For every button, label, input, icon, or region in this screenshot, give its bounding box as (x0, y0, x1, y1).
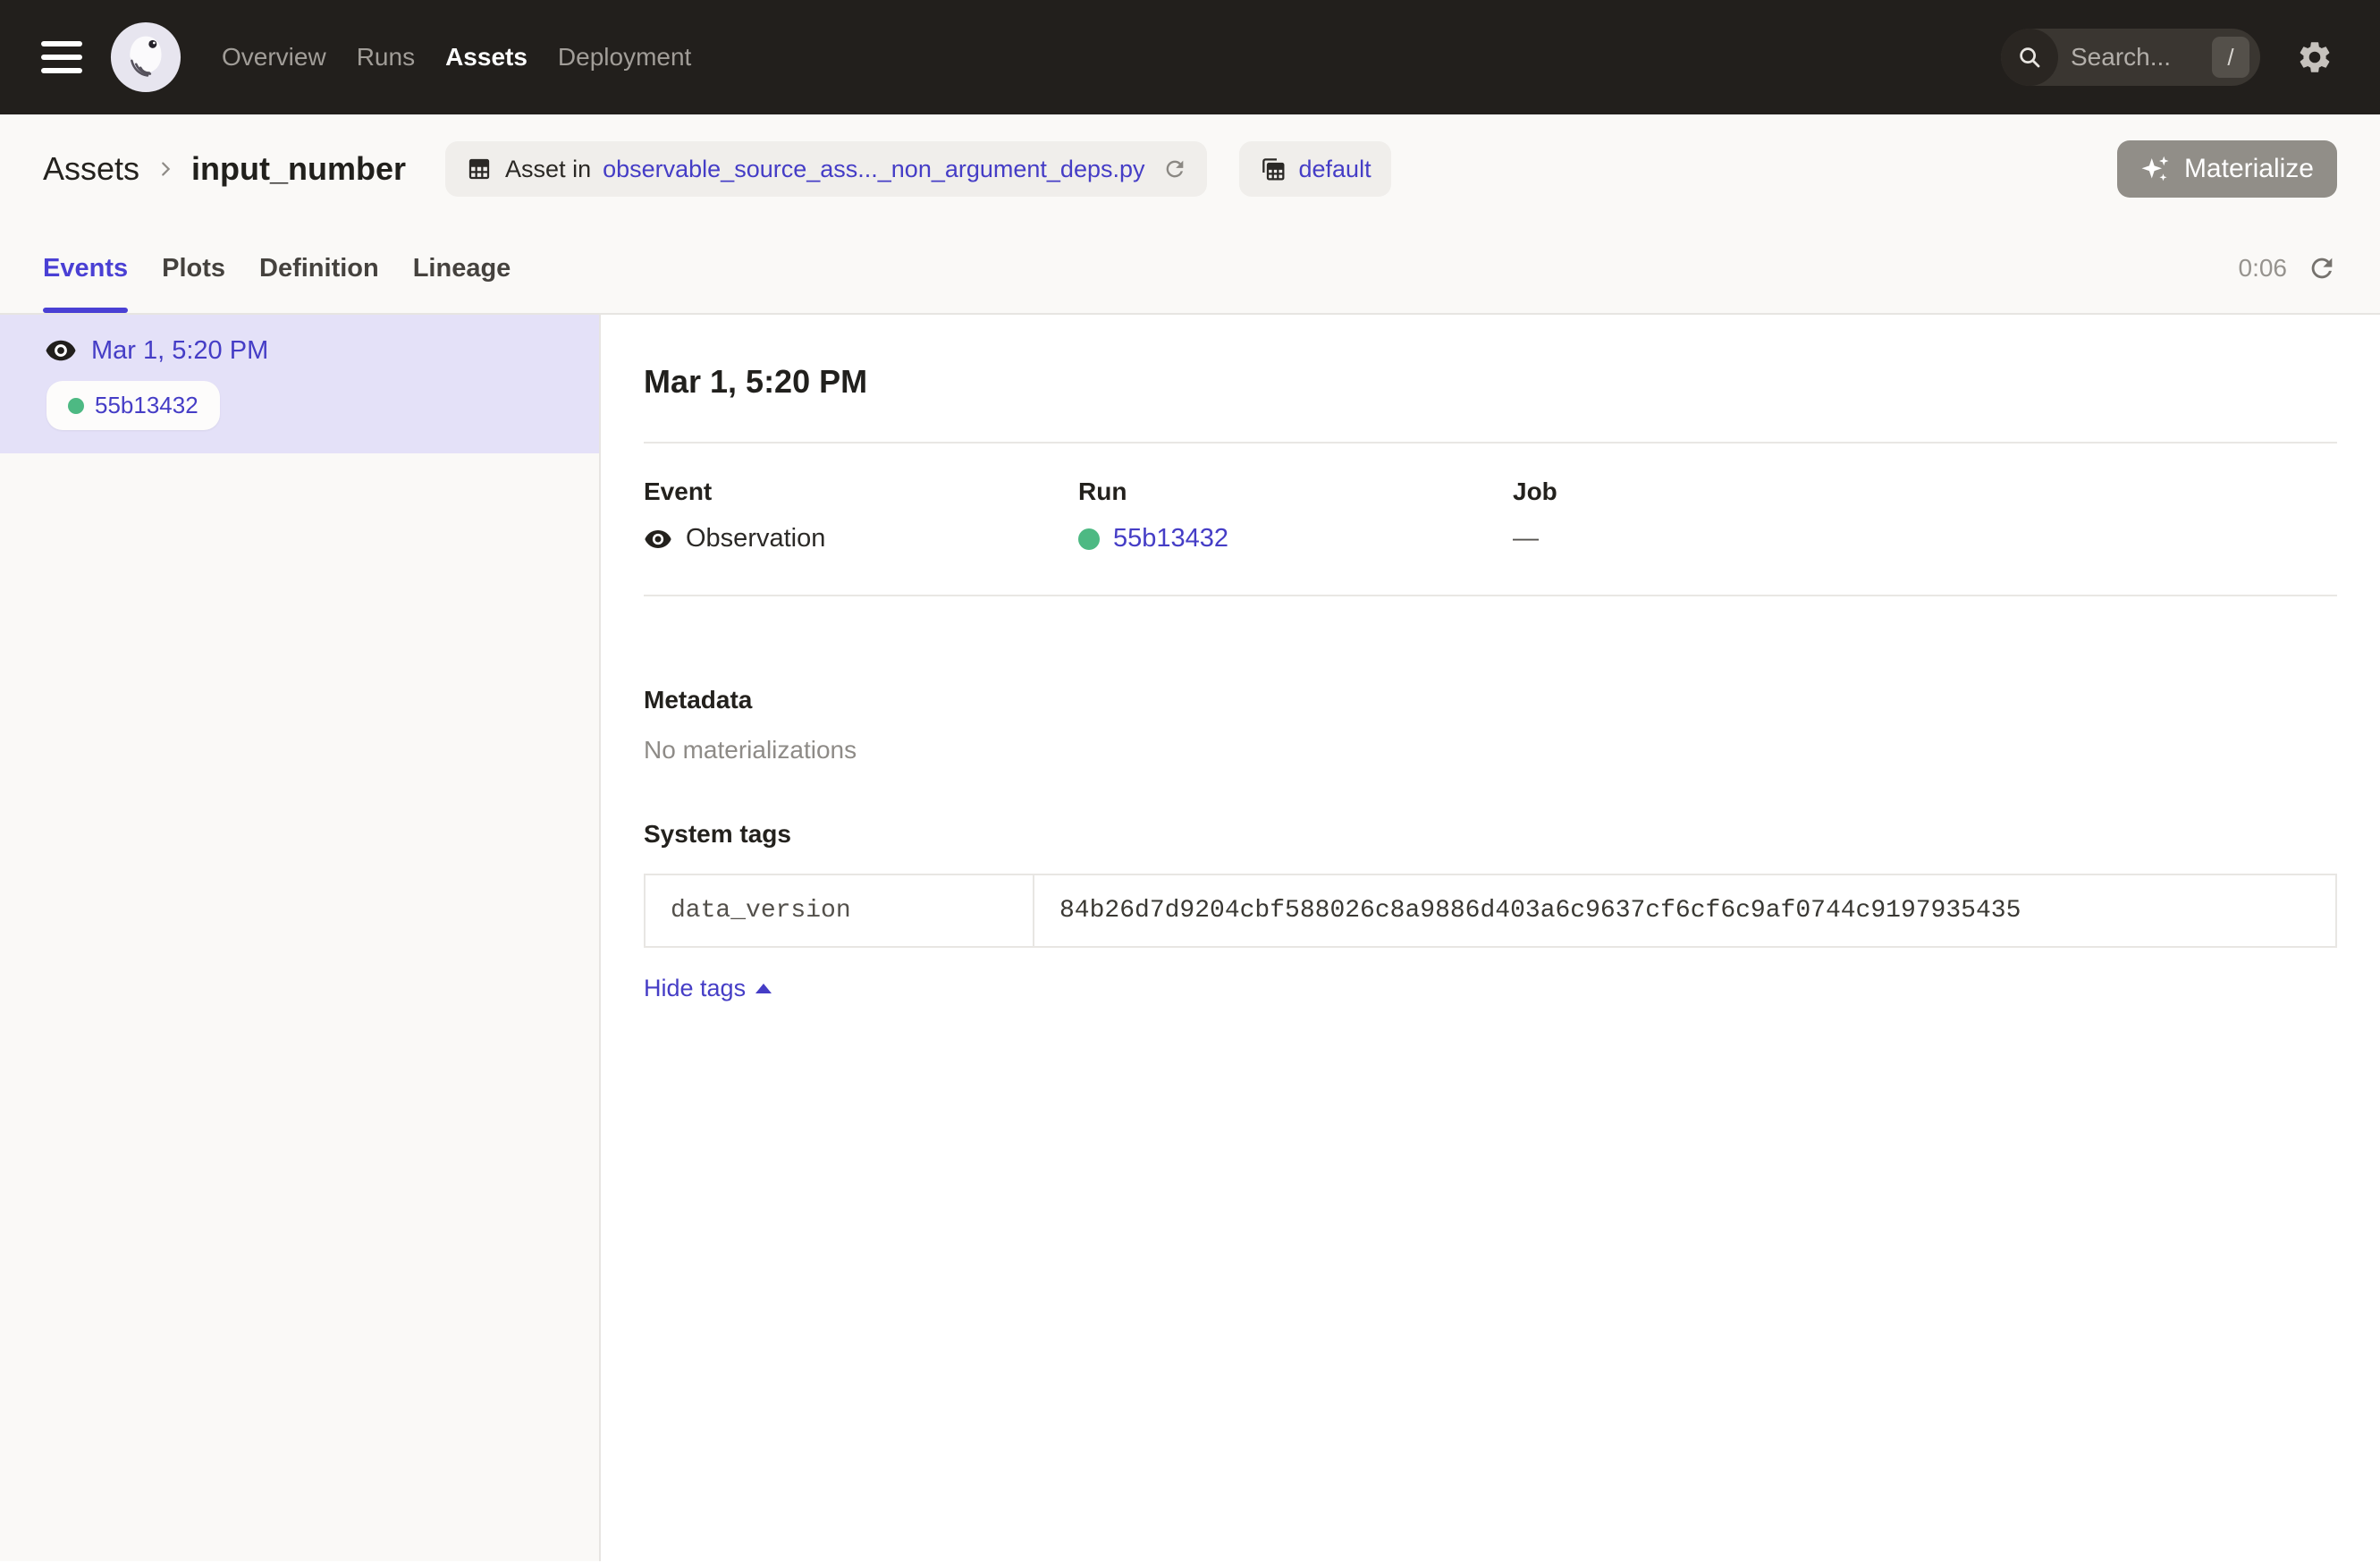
metadata-empty-message: No materializations (644, 736, 2337, 765)
caret-up-icon (755, 984, 772, 993)
tab-definition-label: Definition (259, 254, 379, 283)
refresh-status: 0:06 (2239, 253, 2338, 283)
dagster-logo-icon[interactable] (109, 21, 182, 94)
event-column: Event Observation (644, 477, 1078, 553)
event-type-value: Observation (686, 524, 825, 553)
content-area: Mar 1, 5:20 PM 55b13432 Mar 1, 5:20 PM E… (0, 315, 2380, 1561)
asset-tabs: Events Plots Definition Lineage 0:06 (0, 224, 2380, 315)
job-empty-value: — (1513, 524, 1539, 553)
tag-value-cell: 84b26d7d9204cbf588026c8a9886d403a6c9637c… (1034, 874, 2336, 947)
asset-group-icon (1259, 155, 1287, 183)
tab-lineage[interactable]: Lineage (413, 224, 511, 313)
event-column-label: Event (644, 477, 1078, 506)
table-row: data_version 84b26d7d9204cbf588026c8a988… (645, 874, 2336, 947)
run-column-label: Run (1078, 477, 1513, 506)
active-tab-underline (43, 308, 128, 313)
divider (644, 442, 2337, 444)
search-icon (2001, 29, 2058, 86)
nav-item-runs[interactable]: Runs (357, 43, 415, 72)
system-tags-heading: System tags (644, 820, 2337, 849)
events-sidebar: Mar 1, 5:20 PM 55b13432 (0, 315, 601, 1561)
asset-group-link[interactable]: default (1299, 156, 1371, 183)
refresh-icon[interactable] (2307, 253, 2337, 283)
observation-eye-icon (45, 334, 77, 367)
asset-location-prefix: Asset in (505, 156, 591, 183)
settings-gear-icon[interactable] (2296, 38, 2334, 76)
run-id-chip[interactable]: 55b13432 (46, 381, 220, 430)
sparkles-icon (2140, 153, 2173, 185)
asset-location-pill: Asset in observable_source_ass..._non_ar… (445, 141, 1206, 197)
job-column: Job — (1513, 477, 2337, 553)
tab-plots-label: Plots (162, 254, 225, 283)
tab-plots[interactable]: Plots (162, 224, 225, 313)
search-shortcut-key: / (2212, 37, 2249, 78)
refresh-countdown: 0:06 (2239, 254, 2288, 283)
divider (644, 595, 2337, 596)
tab-lineage-label: Lineage (413, 254, 511, 283)
event-detail-title: Mar 1, 5:20 PM (644, 363, 2337, 401)
materialize-button[interactable]: Materialize (2117, 140, 2337, 198)
tab-events[interactable]: Events (43, 224, 128, 313)
nav-item-overview[interactable]: Overview (222, 43, 326, 72)
run-status-dot (1078, 528, 1100, 550)
asset-header: Assets input_number Asset in observable_… (0, 114, 2380, 315)
nav-item-deployment[interactable]: Deployment (558, 43, 691, 72)
asset-name: input_number (191, 150, 406, 188)
tab-events-label: Events (43, 254, 128, 283)
code-location-link[interactable]: observable_source_ass..._non_argument_de… (603, 156, 1144, 183)
materialize-label: Materialize (2184, 154, 2314, 184)
breadcrumb: Assets input_number Asset in observable_… (0, 114, 2380, 224)
tag-key-cell: data_version (645, 874, 1034, 947)
run-id-label: 55b13432 (95, 392, 198, 419)
event-detail-panel: Mar 1, 5:20 PM Event Observation Run (601, 315, 2380, 1561)
hide-tags-link[interactable]: Hide tags (644, 975, 772, 1002)
asset-grid-icon (465, 155, 494, 183)
run-column: Run 55b13432 (1078, 477, 1513, 553)
event-list-item[interactable]: Mar 1, 5:20 PM 55b13432 (0, 315, 599, 453)
observation-eye-icon (644, 525, 672, 553)
asset-group-pill: default (1239, 141, 1391, 197)
metadata-heading: Metadata (644, 686, 2337, 714)
search-input[interactable] (2071, 43, 2196, 72)
event-timestamp-link[interactable]: Mar 1, 5:20 PM (91, 336, 268, 366)
nav-item-assets[interactable]: Assets (445, 43, 527, 72)
run-status-dot (68, 398, 84, 414)
run-id-link[interactable]: 55b13432 (1113, 524, 1228, 553)
breadcrumb-assets-link[interactable]: Assets (43, 150, 139, 188)
reload-definitions-icon[interactable] (1162, 156, 1187, 182)
tab-definition[interactable]: Definition (259, 224, 379, 313)
chevron-right-icon (156, 159, 175, 179)
system-tags-table: data_version 84b26d7d9204cbf588026c8a988… (644, 874, 2337, 948)
primary-nav: Overview Runs Assets Deployment (222, 43, 691, 72)
menu-icon[interactable] (41, 41, 82, 73)
search-box[interactable]: / (2001, 29, 2260, 86)
event-summary-columns: Event Observation Run 55b13432 (644, 477, 2337, 553)
top-nav: Overview Runs Assets Deployment / (0, 0, 2380, 114)
hide-tags-label: Hide tags (644, 975, 746, 1002)
job-column-label: Job (1513, 477, 2337, 506)
